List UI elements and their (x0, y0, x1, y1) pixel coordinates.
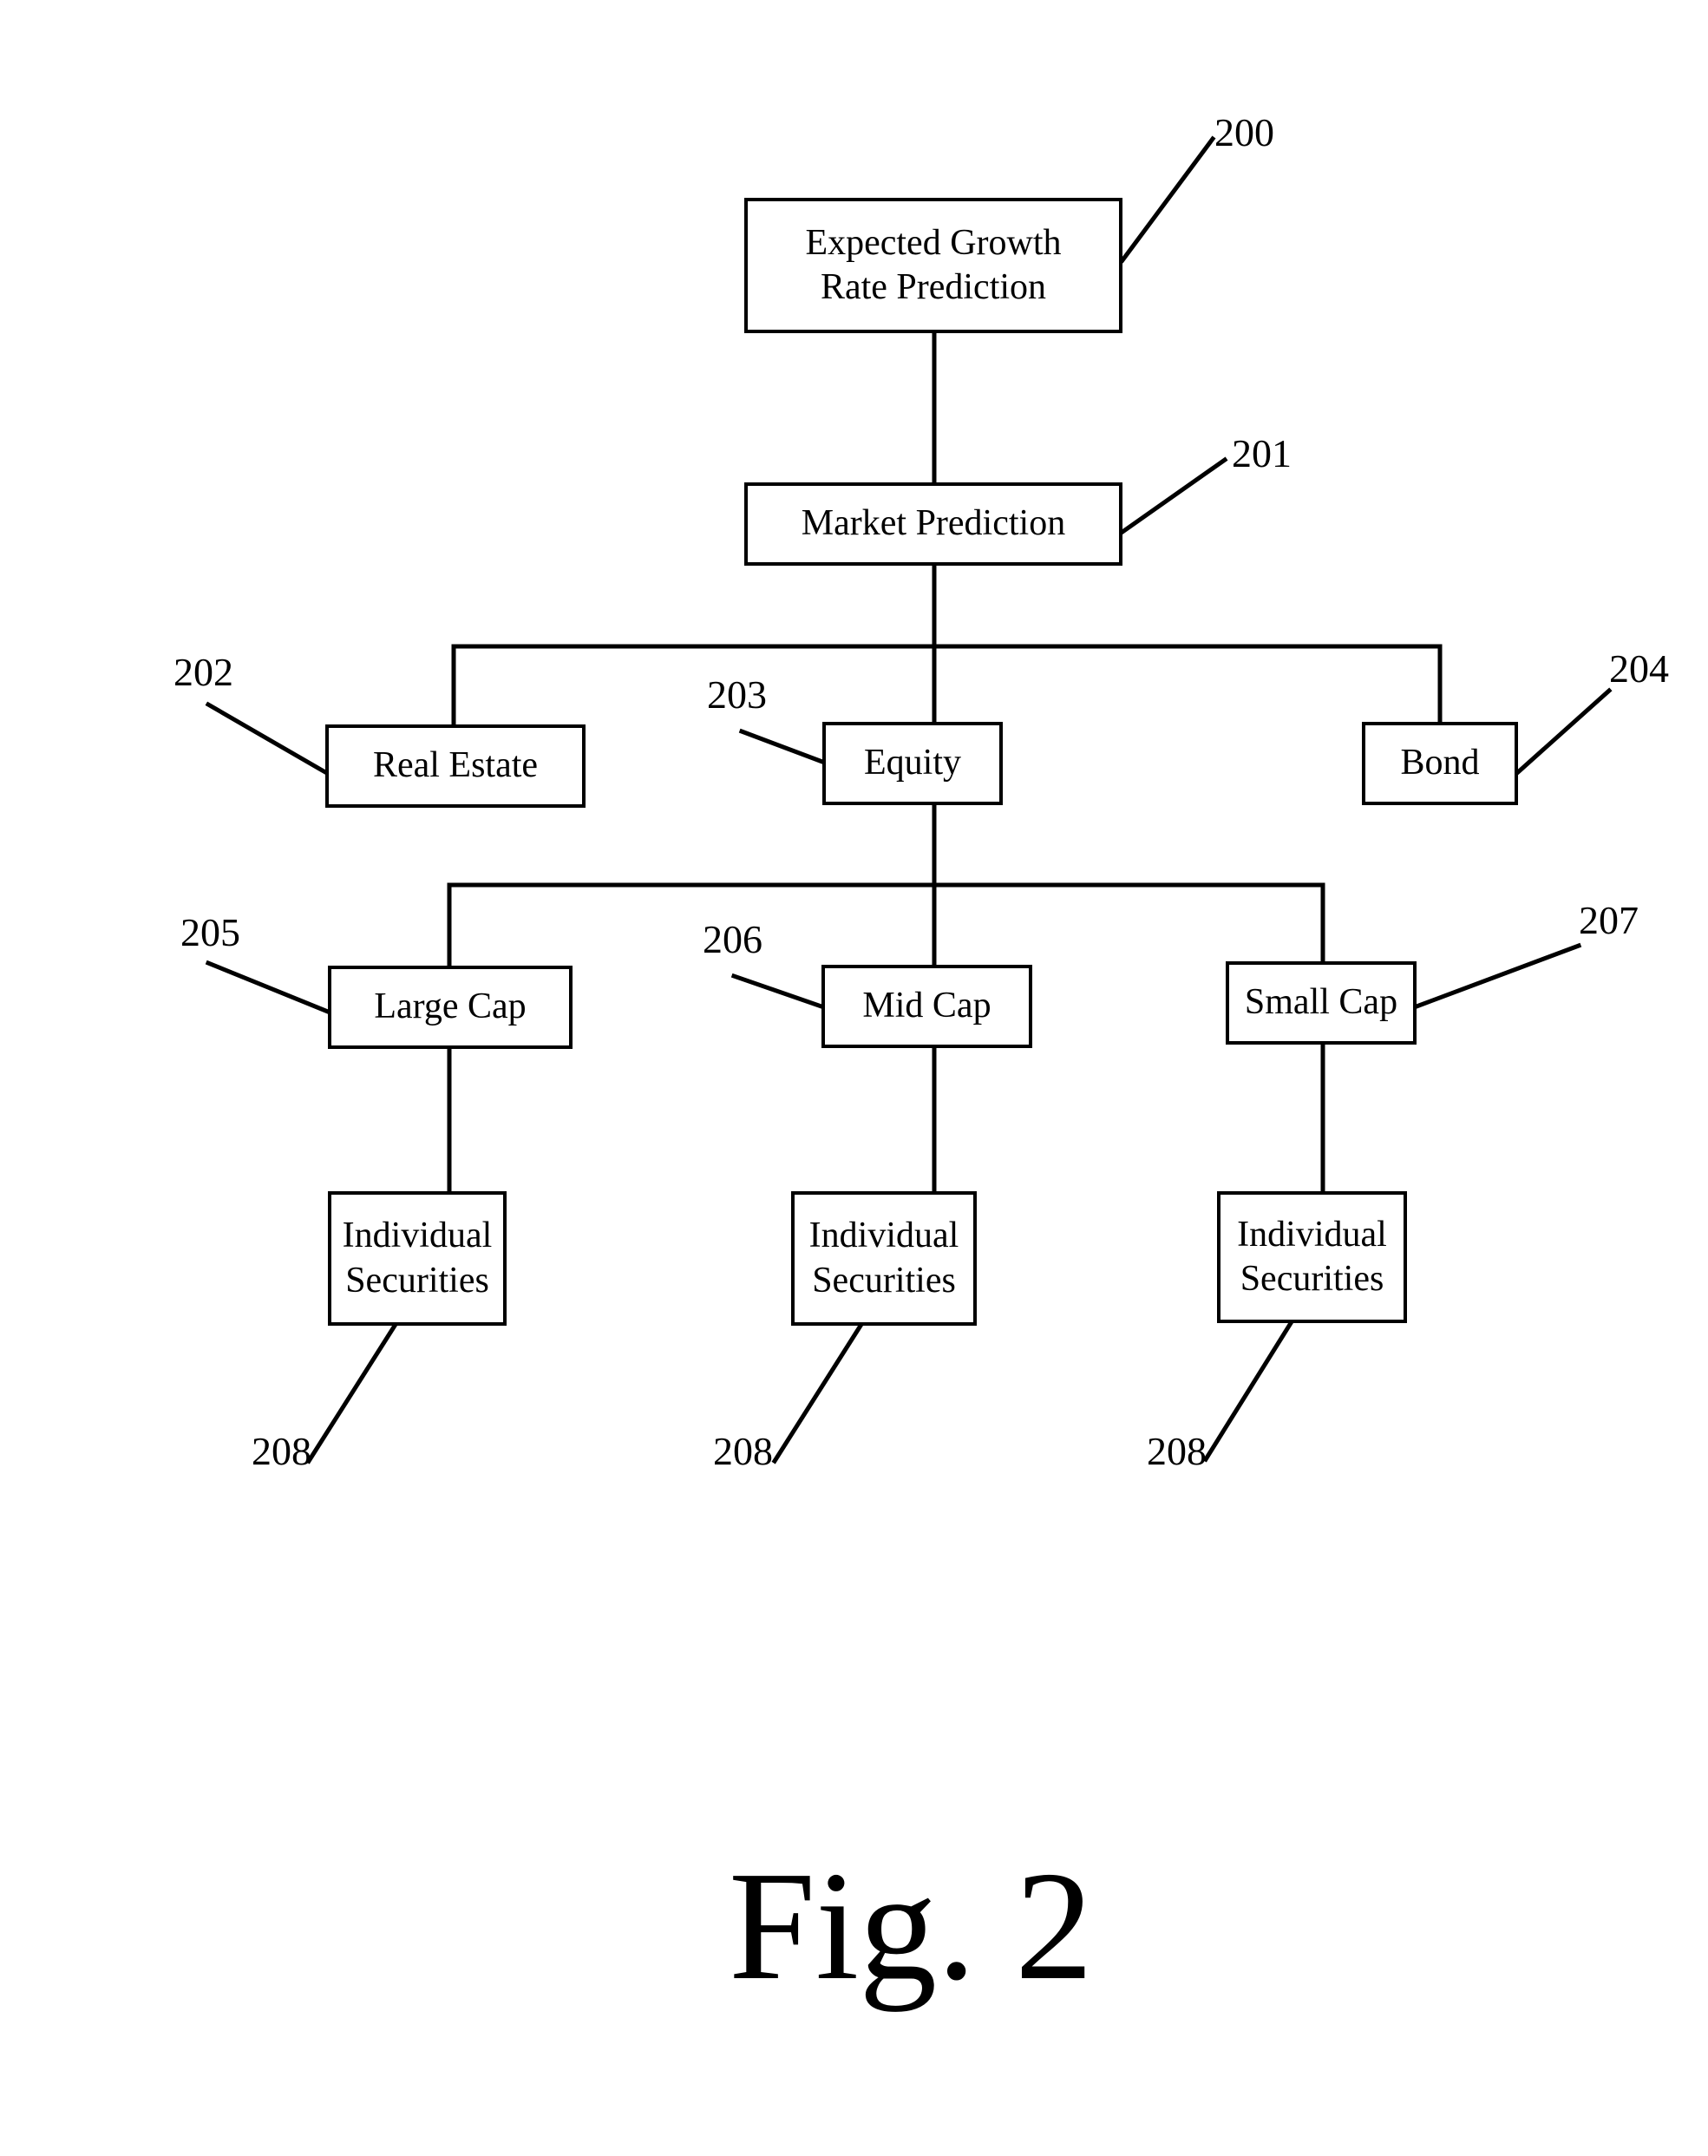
leader-208-b (771, 1322, 864, 1465)
node-bond: Bond (1362, 722, 1518, 805)
leader-203 (738, 728, 826, 765)
leader-205 (205, 960, 331, 1015)
reference-numeral-202: 202 (173, 650, 233, 694)
reference-numeral-208-right: 208 (1147, 1429, 1207, 1473)
node-label-line2: Securities (812, 1260, 956, 1301)
figure-caption: Fig. 2 (729, 1839, 1094, 2012)
node-label-line2: Rate Prediction (820, 267, 1047, 307)
reference-numeral-208-left: 208 (252, 1429, 311, 1473)
reference-numeral-201: 201 (1232, 431, 1292, 475)
node-label-line1: Small Cap (1244, 982, 1398, 1023)
node-label-line1: Real Estate (372, 745, 539, 786)
node-label-line1: Market Prediction (801, 503, 1066, 544)
node-label-line1: Individual (808, 1216, 959, 1256)
node-expected-growth-rate-prediction: Expected Growth Rate Prediction (744, 198, 1122, 333)
node-label-line1: Expected Growth (805, 222, 1062, 263)
leader-202 (205, 701, 329, 776)
reference-numeral-207: 207 (1579, 898, 1639, 942)
reference-numeral-204: 204 (1609, 646, 1669, 691)
node-mid-cap: Mid Cap (821, 965, 1032, 1048)
node-label-line1: Equity (864, 743, 961, 783)
node-label-line1: Large Cap (374, 986, 527, 1027)
node-large-cap: Large Cap (328, 966, 573, 1049)
node-label-line1: Mid Cap (862, 986, 991, 1026)
reference-numeral-200: 200 (1214, 110, 1274, 154)
node-individual-securities-large-cap: Individual Securities (328, 1191, 507, 1326)
reference-numeral-205: 205 (180, 910, 240, 954)
leader-201 (1119, 456, 1228, 535)
patent-figure-page: Expected Growth Rate Prediction Market P… (0, 0, 1708, 2156)
node-label-line2: Securities (1240, 1259, 1384, 1299)
node-label-line1: Bond (1400, 743, 1480, 783)
reference-numeral-203: 203 (707, 672, 767, 717)
leader-208-c (1202, 1320, 1294, 1463)
node-market-prediction: Market Prediction (744, 482, 1122, 566)
leader-206 (730, 973, 825, 1010)
node-real-estate: Real Estate (325, 724, 586, 808)
reference-numeral-206: 206 (703, 917, 762, 961)
node-small-cap: Small Cap (1226, 961, 1417, 1045)
node-individual-securities-small-cap: Individual Securities (1217, 1191, 1407, 1323)
leader-204 (1515, 687, 1613, 776)
node-label-line2: Securities (345, 1260, 489, 1301)
reference-numeral-208-center: 208 (713, 1429, 773, 1473)
leader-208-a (305, 1322, 398, 1465)
leader-207 (1413, 942, 1582, 1010)
node-equity: Equity (822, 722, 1003, 805)
node-individual-securities-mid-cap: Individual Securities (791, 1191, 977, 1326)
node-label-line1: Individual (1237, 1214, 1387, 1255)
leader-200 (1119, 135, 1216, 264)
node-label-line1: Individual (342, 1216, 493, 1256)
